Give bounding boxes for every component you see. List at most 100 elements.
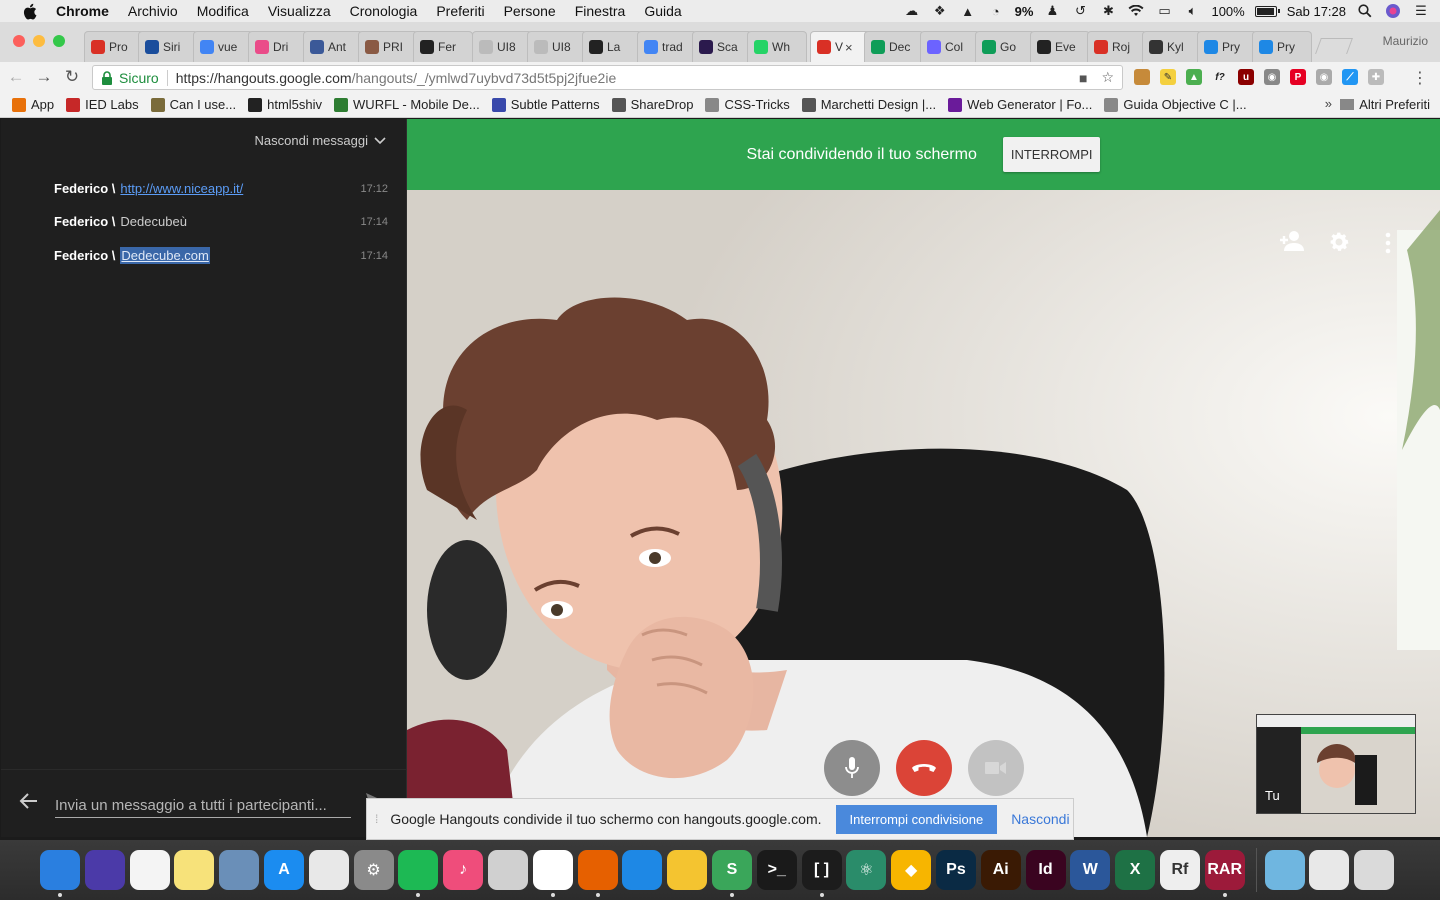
- app-bracket-dock-icon[interactable]: [ ]: [801, 850, 842, 897]
- notification-center-icon[interactable]: ☰: [1412, 3, 1430, 19]
- hide-messages-toggle[interactable]: Nascondi messaggi: [1, 119, 406, 161]
- bookmarks-overflow-icon[interactable]: »: [1325, 96, 1332, 111]
- bookmark-item[interactable]: Subtle Patterns: [491, 97, 600, 112]
- bookmark-item[interactable]: Guida Objective C |...: [1104, 97, 1247, 112]
- bluetooth-icon[interactable]: ✱: [1099, 3, 1117, 19]
- clock[interactable]: Sab 17:28: [1287, 4, 1346, 19]
- menu-cronologia[interactable]: Cronologia: [350, 3, 418, 19]
- cpu-percent[interactable]: 9%: [1015, 4, 1034, 19]
- itunes-dock-icon[interactable]: ♪: [443, 850, 484, 890]
- menu-app-name[interactable]: Chrome: [56, 3, 109, 19]
- hide-notice-link[interactable]: Nascondi: [1011, 811, 1069, 827]
- notes-dock-icon[interactable]: [174, 850, 215, 890]
- browser-tab[interactable]: Wh: [747, 31, 807, 62]
- firefox-dock-icon[interactable]: [577, 850, 618, 897]
- trash-dock-icon[interactable]: [1354, 850, 1395, 890]
- new-tab-button[interactable]: [1315, 38, 1353, 54]
- back-button[interactable]: ←: [4, 65, 28, 89]
- url-text[interactable]: https://hangouts.google.com/hangouts/_/y…: [176, 70, 617, 86]
- browser-tab[interactable]: Fer: [413, 31, 473, 62]
- excel-dock-icon[interactable]: X: [1115, 850, 1156, 890]
- window-zoom-button[interactable]: [53, 35, 65, 47]
- rar-dock-icon[interactable]: RAR: [1204, 850, 1245, 897]
- bookmark-item[interactable]: App: [12, 97, 54, 112]
- airplay-icon[interactable]: ▭: [1155, 3, 1173, 19]
- extension-camera-icon[interactable]: ◉: [1264, 69, 1280, 85]
- bookmark-item[interactable]: CSS-Tricks: [705, 97, 790, 112]
- textedit-dock-icon[interactable]: [308, 850, 349, 890]
- app-store-dock-icon[interactable]: A: [263, 850, 304, 890]
- user-icon[interactable]: ♟: [1043, 3, 1061, 19]
- self-view-thumbnail[interactable]: Tu: [1256, 714, 1416, 814]
- finder-dock-icon[interactable]: [40, 850, 80, 897]
- preview-dock-icon[interactable]: [219, 850, 260, 890]
- extension-dropper-icon[interactable]: ⟋: [1342, 69, 1358, 85]
- photoshop-dock-icon[interactable]: Ps: [935, 850, 976, 890]
- menu-finestra[interactable]: Finestra: [575, 3, 626, 19]
- browser-tab[interactable]: Ant: [303, 31, 363, 62]
- screenshot-folder-dock-icon[interactable]: [1309, 850, 1350, 890]
- browser-tab[interactable]: Go: [975, 31, 1035, 62]
- window-close-button[interactable]: [13, 35, 25, 47]
- system-preferences-dock-icon[interactable]: ⚙: [353, 850, 394, 890]
- sequel-pro-dock-icon[interactable]: [487, 850, 528, 890]
- browser-tab[interactable]: Dec: [864, 31, 924, 62]
- extension-person-icon[interactable]: [1134, 69, 1150, 85]
- wifi-icon[interactable]: [1127, 3, 1145, 19]
- extension-ublock-icon[interactable]: u: [1238, 69, 1254, 85]
- message-input[interactable]: [55, 794, 351, 818]
- reload-button[interactable]: ↻: [60, 65, 84, 89]
- bookmark-item[interactable]: WURFL - Mobile De...: [334, 97, 480, 112]
- menu-persone[interactable]: Persone: [504, 3, 556, 19]
- browser-tab[interactable]: La: [582, 31, 642, 62]
- more-options-icon[interactable]: [1375, 230, 1401, 256]
- dropbox-icon[interactable]: ❖: [931, 3, 949, 19]
- menu-archivio[interactable]: Archivio: [128, 3, 178, 19]
- stop-sharing-button[interactable]: INTERROMPI: [1002, 137, 1101, 172]
- drag-handle-icon[interactable]: ⁞: [375, 812, 378, 826]
- browser-tab[interactable]: Col: [920, 31, 980, 62]
- menu-modifica[interactable]: Modifica: [197, 3, 249, 19]
- battery-icon[interactable]: [1254, 5, 1280, 17]
- browser-tab[interactable]: PRI: [358, 31, 418, 62]
- bookmark-item[interactable]: IED Labs: [66, 97, 139, 112]
- siri-dock-icon[interactable]: [84, 850, 125, 890]
- creative-cloud-icon[interactable]: ☁: [903, 3, 921, 19]
- other-bookmarks[interactable]: Altri Preferiti: [1340, 97, 1430, 112]
- settings-gear-icon[interactable]: [1327, 230, 1353, 256]
- browser-tab[interactable]: Pro: [84, 31, 144, 62]
- microphone-button[interactable]: [824, 740, 880, 796]
- safari-dock-icon[interactable]: [622, 850, 663, 890]
- sketch-dock-icon[interactable]: ◆: [891, 850, 932, 890]
- window-minimize-button[interactable]: [33, 35, 45, 47]
- cpu-monitor-icon[interactable]: ◔: [987, 3, 1005, 19]
- bookmark-item[interactable]: Web Generator | Fo...: [948, 97, 1092, 112]
- reflector-dock-icon[interactable]: Rf: [1159, 850, 1200, 890]
- hang-up-button[interactable]: [896, 740, 952, 796]
- lock-icon[interactable]: [101, 70, 115, 85]
- browser-tab[interactable]: Kyl: [1142, 31, 1202, 62]
- extension-puzzle-icon[interactable]: ✚: [1368, 69, 1384, 85]
- illustrator-dock-icon[interactable]: Ai: [980, 850, 1021, 890]
- bookmark-item[interactable]: html5shiv: [248, 97, 322, 112]
- volume-icon[interactable]: 🔈︎: [1183, 3, 1201, 19]
- camera-permission-icon[interactable]: ■: [1079, 70, 1087, 86]
- extension-pencil-icon[interactable]: ✎: [1160, 69, 1176, 85]
- extension-pinterest-icon[interactable]: P: [1290, 69, 1306, 85]
- siri-icon[interactable]: [1384, 3, 1402, 19]
- stop-share-button[interactable]: Interrompi condivisione: [835, 804, 998, 834]
- close-tab-icon[interactable]: ×: [845, 40, 853, 55]
- forward-button[interactable]: →: [32, 65, 56, 89]
- browser-tab[interactable]: Pry: [1252, 31, 1312, 62]
- browser-tab[interactable]: trad: [637, 31, 697, 62]
- spotify-dock-icon[interactable]: [398, 850, 439, 897]
- chrome-dock-icon[interactable]: [532, 850, 573, 897]
- bookmark-item[interactable]: Can I use...: [150, 97, 236, 112]
- atom-dock-icon[interactable]: ⚛: [846, 850, 887, 890]
- indesign-dock-icon[interactable]: Id: [1025, 850, 1066, 890]
- bookmark-star-icon[interactable]: ☆: [1101, 69, 1114, 86]
- terminal-dock-icon[interactable]: >_: [756, 850, 797, 890]
- secure-label[interactable]: Sicuro: [119, 69, 168, 86]
- apple-icon[interactable]: [18, 0, 40, 22]
- browser-tab[interactable]: Sca: [692, 31, 752, 62]
